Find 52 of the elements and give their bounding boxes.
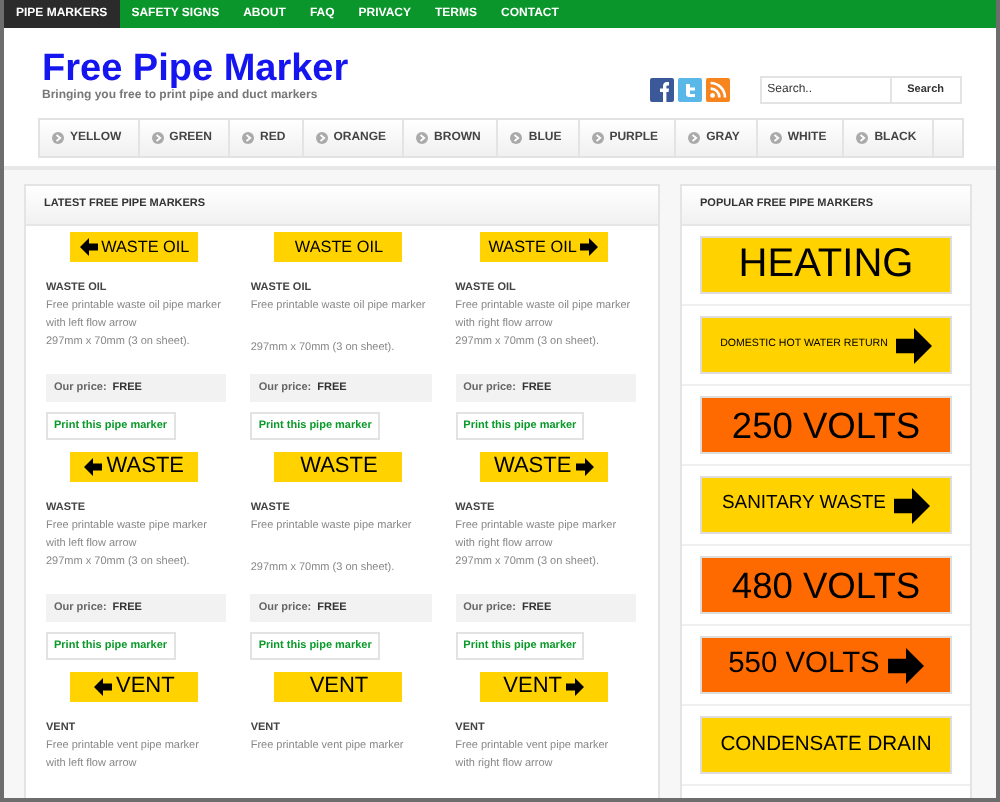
facebook-icon[interactable] xyxy=(649,78,674,102)
marker-text: VENT xyxy=(503,674,562,700)
arrow-right-icon xyxy=(887,647,924,683)
arrow-right-icon xyxy=(580,238,599,256)
bullet-icon xyxy=(769,132,782,144)
arrow-left-icon xyxy=(79,238,98,256)
marker-text: SANITARY WASTE xyxy=(722,494,886,516)
pipe-marker[interactable]: VENT xyxy=(274,672,403,702)
marker-text: HEATING xyxy=(738,242,914,288)
arrow-right-icon xyxy=(893,487,930,523)
marker-text: WASTE xyxy=(493,454,572,480)
rss-icon[interactable] xyxy=(705,78,730,102)
marker-text: WASTE xyxy=(106,454,185,480)
marker-text: WASTE OIL xyxy=(294,237,384,257)
bullet-icon xyxy=(416,132,429,144)
bullet-icon xyxy=(688,132,701,144)
pipe-marker[interactable]: WASTE xyxy=(70,452,199,482)
marker-text: WASTE xyxy=(300,454,378,480)
pipe-marker[interactable]: VENT xyxy=(479,672,608,702)
marker-text: VENT xyxy=(115,674,175,700)
pipe-marker[interactable]: WASTE OIL xyxy=(479,232,608,262)
pipe-marker[interactable]: CONDENSATE DRAIN xyxy=(700,716,952,774)
pipe-marker[interactable]: HEATING xyxy=(700,236,952,294)
arrow-right-icon xyxy=(895,327,932,363)
pipe-marker[interactable]: 550 VOLTS xyxy=(700,636,952,694)
arrow-left-icon xyxy=(93,678,112,696)
pipe-marker[interactable]: WASTE OIL xyxy=(274,232,403,262)
marker-text: VENT xyxy=(309,674,369,700)
marker-text: WASTE OIL xyxy=(488,237,577,257)
pipe-marker[interactable]: WASTE xyxy=(479,452,608,482)
pipe-marker[interactable]: VENT xyxy=(70,672,199,702)
marker-text: 250 VOLTS xyxy=(731,403,921,447)
pipe-marker[interactable]: WASTE xyxy=(274,452,403,482)
pipe-marker[interactable]: SANITARY WASTE xyxy=(700,476,952,534)
marker-text: 480 VOLTS xyxy=(731,563,921,607)
bullet-icon xyxy=(315,132,328,144)
bullet-icon xyxy=(510,132,523,144)
pipe-marker[interactable]: 250 VOLTS xyxy=(700,396,952,454)
bullet-icon xyxy=(591,132,604,144)
marker-text: CONDENSATE DRAIN xyxy=(720,733,932,757)
pipe-marker[interactable]: 480 VOLTS xyxy=(700,556,952,614)
marker-text: 550 VOLTS xyxy=(728,648,880,682)
arrow-right-icon xyxy=(575,458,594,476)
site-title[interactable]: Free Pipe Marker xyxy=(42,52,349,88)
bullet-icon xyxy=(242,132,255,144)
arrow-right-icon xyxy=(566,678,584,696)
marker-text: WASTE OIL xyxy=(101,237,190,257)
bullet-icon xyxy=(151,132,164,144)
pipe-marker[interactable]: WASTE OIL xyxy=(70,232,199,262)
bullet-icon xyxy=(856,132,869,144)
arrow-left-icon xyxy=(84,458,103,476)
bullet-icon xyxy=(52,132,64,144)
